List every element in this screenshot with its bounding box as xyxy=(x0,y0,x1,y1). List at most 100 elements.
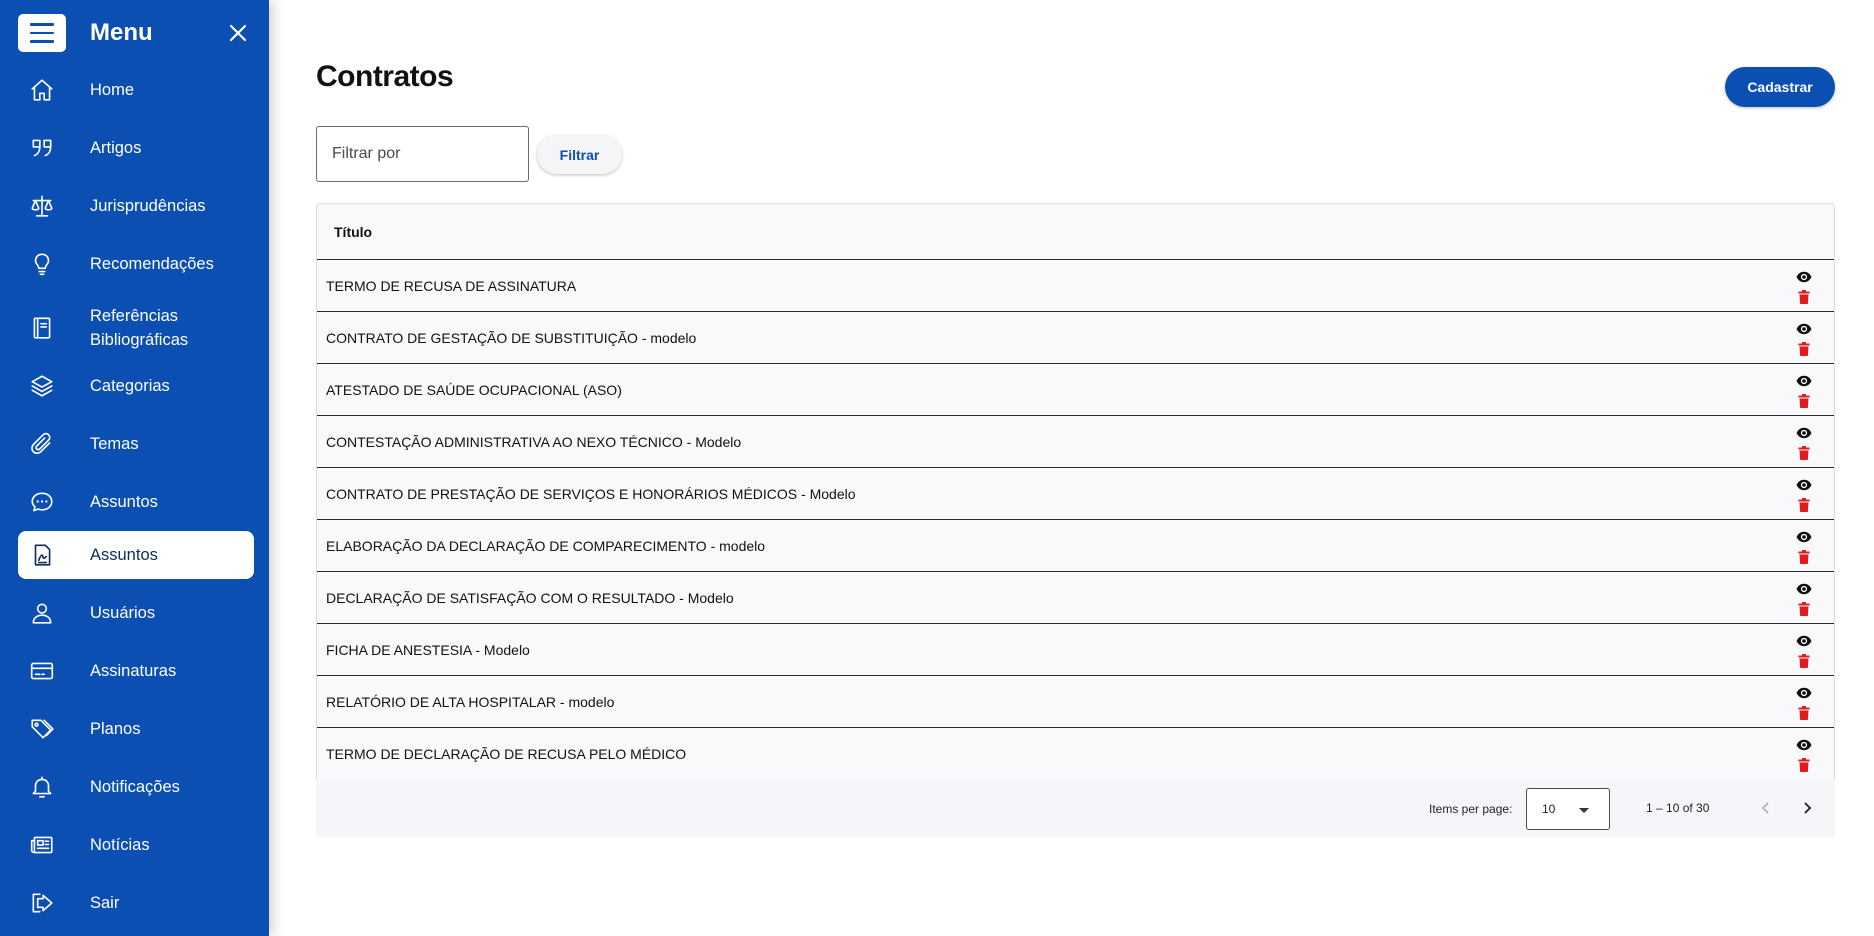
sidebar-item-label: Artigos xyxy=(90,139,142,157)
sidebar-item-label: Assuntos xyxy=(90,493,158,511)
row-title: CONTRATO DE GESTAÇÃO DE SUBSTITUIÇÃO - m… xyxy=(326,329,697,346)
table-row: CONTRATO DE GESTAÇÃO DE SUBSTITUIÇÃO - m… xyxy=(317,312,1834,364)
credit-card-icon xyxy=(28,657,56,685)
view-button[interactable] xyxy=(1796,528,1812,545)
trash-icon xyxy=(1798,653,1810,668)
row-actions xyxy=(1796,268,1812,305)
delete-button[interactable] xyxy=(1796,496,1812,513)
trash-icon xyxy=(1798,341,1810,356)
delete-button[interactable] xyxy=(1796,756,1812,773)
previous-page-button[interactable] xyxy=(1754,796,1778,820)
delete-button[interactable] xyxy=(1796,548,1812,565)
filter-input[interactable] xyxy=(316,126,529,182)
sidebar-item-planos[interactable]: Planos xyxy=(18,705,254,753)
table-row: FICHA DE ANESTESIA - Modelo xyxy=(317,624,1834,676)
trash-icon xyxy=(1798,445,1810,460)
paperclip-icon xyxy=(28,430,56,458)
delete-button[interactable] xyxy=(1796,392,1812,409)
sidebar-item-label: Notificações xyxy=(90,778,180,796)
sidebar-item-jurisprudencias[interactable]: Jurisprudências xyxy=(18,182,254,230)
next-page-button[interactable] xyxy=(1795,796,1819,820)
sidebar-item-assinaturas[interactable]: Assinaturas xyxy=(18,647,254,695)
view-button[interactable] xyxy=(1796,580,1812,597)
view-button[interactable] xyxy=(1796,632,1812,649)
view-button[interactable] xyxy=(1796,268,1812,285)
lightbulb-icon xyxy=(28,250,56,278)
sidebar-item-sair[interactable]: Sair xyxy=(18,879,254,927)
items-per-page-label: Items per page: xyxy=(1429,802,1513,816)
filtrar-button[interactable]: Filtrar xyxy=(537,135,622,174)
sidebar-item-home[interactable]: Home xyxy=(18,66,254,114)
page-title: Contratos xyxy=(316,60,454,93)
table-row: DECLARAÇÃO DE SATISFAÇÃO COM O RESULTADO… xyxy=(317,572,1834,624)
row-title: TERMO DE DECLARAÇÃO DE RECUSA PELO MÉDIC… xyxy=(326,746,687,762)
column-header-titulo: Título xyxy=(334,223,373,240)
eye-icon xyxy=(1796,427,1812,438)
sidebar-item-notificacoes[interactable]: Notificações xyxy=(18,763,254,811)
view-button[interactable] xyxy=(1796,424,1812,441)
sidebar-item-label: Usuários xyxy=(90,604,156,622)
sidebar-item-label: Home xyxy=(90,81,135,99)
chat-bubble-icon xyxy=(28,488,56,516)
table-row: RELATÓRIO DE ALTA HOSPITALAR - modelo xyxy=(317,676,1834,728)
row-title: CONTRATO DE PRESTAÇÃO DE SERVIÇOS E HONO… xyxy=(326,485,856,502)
sidebar-item-usuarios[interactable]: Usuários xyxy=(18,589,254,637)
trash-icon xyxy=(1798,705,1810,720)
delete-button[interactable] xyxy=(1796,340,1812,357)
eye-icon xyxy=(1796,271,1812,282)
close-icon xyxy=(229,24,247,42)
table-row: TERMO DE DECLARAÇÃO DE RECUSA PELO MÉDIC… xyxy=(317,728,1834,780)
close-menu-button[interactable] xyxy=(224,19,252,47)
sidebar-item-label: Notícias xyxy=(90,836,150,854)
home-icon xyxy=(28,76,56,104)
delete-button[interactable] xyxy=(1796,288,1812,305)
sidebar-item-label: Sair xyxy=(90,894,120,912)
sidebar-item-assuntos[interactable]: Assuntos xyxy=(18,478,254,526)
page-range-label: 1 – 10 of 30 xyxy=(1646,801,1710,815)
cadastrar-button[interactable]: Cadastrar xyxy=(1725,67,1835,107)
chevron-left-icon xyxy=(1761,802,1769,814)
sidebar-item-noticias[interactable]: Notícias xyxy=(18,821,254,869)
row-actions xyxy=(1796,736,1812,773)
row-actions xyxy=(1796,528,1812,565)
view-button[interactable] xyxy=(1796,736,1812,753)
view-button[interactable] xyxy=(1796,476,1812,493)
sidebar-item-temas[interactable]: Temas xyxy=(18,420,254,468)
sidebar-item-categorias[interactable]: Categorias xyxy=(18,362,254,410)
table-row: CONTRATO DE PRESTAÇÃO DE SERVIÇOS E HONO… xyxy=(317,468,1834,520)
chevron-right-icon xyxy=(1804,802,1812,814)
quote-icon xyxy=(28,134,56,162)
delete-button[interactable] xyxy=(1796,444,1812,461)
row-actions xyxy=(1796,320,1812,357)
delete-button[interactable] xyxy=(1796,652,1812,669)
view-button[interactable] xyxy=(1796,372,1812,389)
page-size-select[interactable]: 10 xyxy=(1526,788,1610,830)
row-actions xyxy=(1796,372,1812,409)
row-actions xyxy=(1796,476,1812,513)
eye-icon xyxy=(1796,531,1812,542)
hamburger-menu-button[interactable] xyxy=(18,14,66,52)
newspaper-icon xyxy=(28,831,56,859)
sidebar-item-assuntos-active[interactable]: Assuntos xyxy=(18,531,254,579)
row-title: FICHA DE ANESTESIA - Modelo xyxy=(326,641,530,658)
view-button[interactable] xyxy=(1796,684,1812,701)
bell-icon xyxy=(28,773,56,801)
sidebar-item-label: Assuntos xyxy=(90,546,158,564)
user-icon xyxy=(28,599,56,627)
sidebar-item-referencias[interactable]: Referências Bibliográficas xyxy=(18,298,254,358)
eye-icon xyxy=(1796,687,1812,698)
sidebar-header: Menu xyxy=(18,14,252,52)
eye-icon xyxy=(1796,479,1812,490)
table-row: TERMO DE RECUSA DE ASSINATURA xyxy=(317,260,1834,312)
sidebar-item-recomendacoes[interactable]: Recomendações xyxy=(18,240,254,288)
sidebar-item-label: Categorias xyxy=(90,377,170,395)
view-button[interactable] xyxy=(1796,320,1812,337)
contracts-table: Título TERMO DE RECUSA DE ASSINATURA CONT… xyxy=(316,203,1835,781)
sidebar-item-label: Temas xyxy=(90,435,139,453)
delete-button[interactable] xyxy=(1796,600,1812,617)
table-row: ELABORAÇÃO DA DECLARAÇÃO DE COMPARECIMEN… xyxy=(317,520,1834,572)
sidebar-item-label: Jurisprudências xyxy=(90,197,206,215)
sidebar-item-artigos[interactable]: Artigos xyxy=(18,124,254,172)
delete-button[interactable] xyxy=(1796,704,1812,721)
row-actions xyxy=(1796,580,1812,617)
